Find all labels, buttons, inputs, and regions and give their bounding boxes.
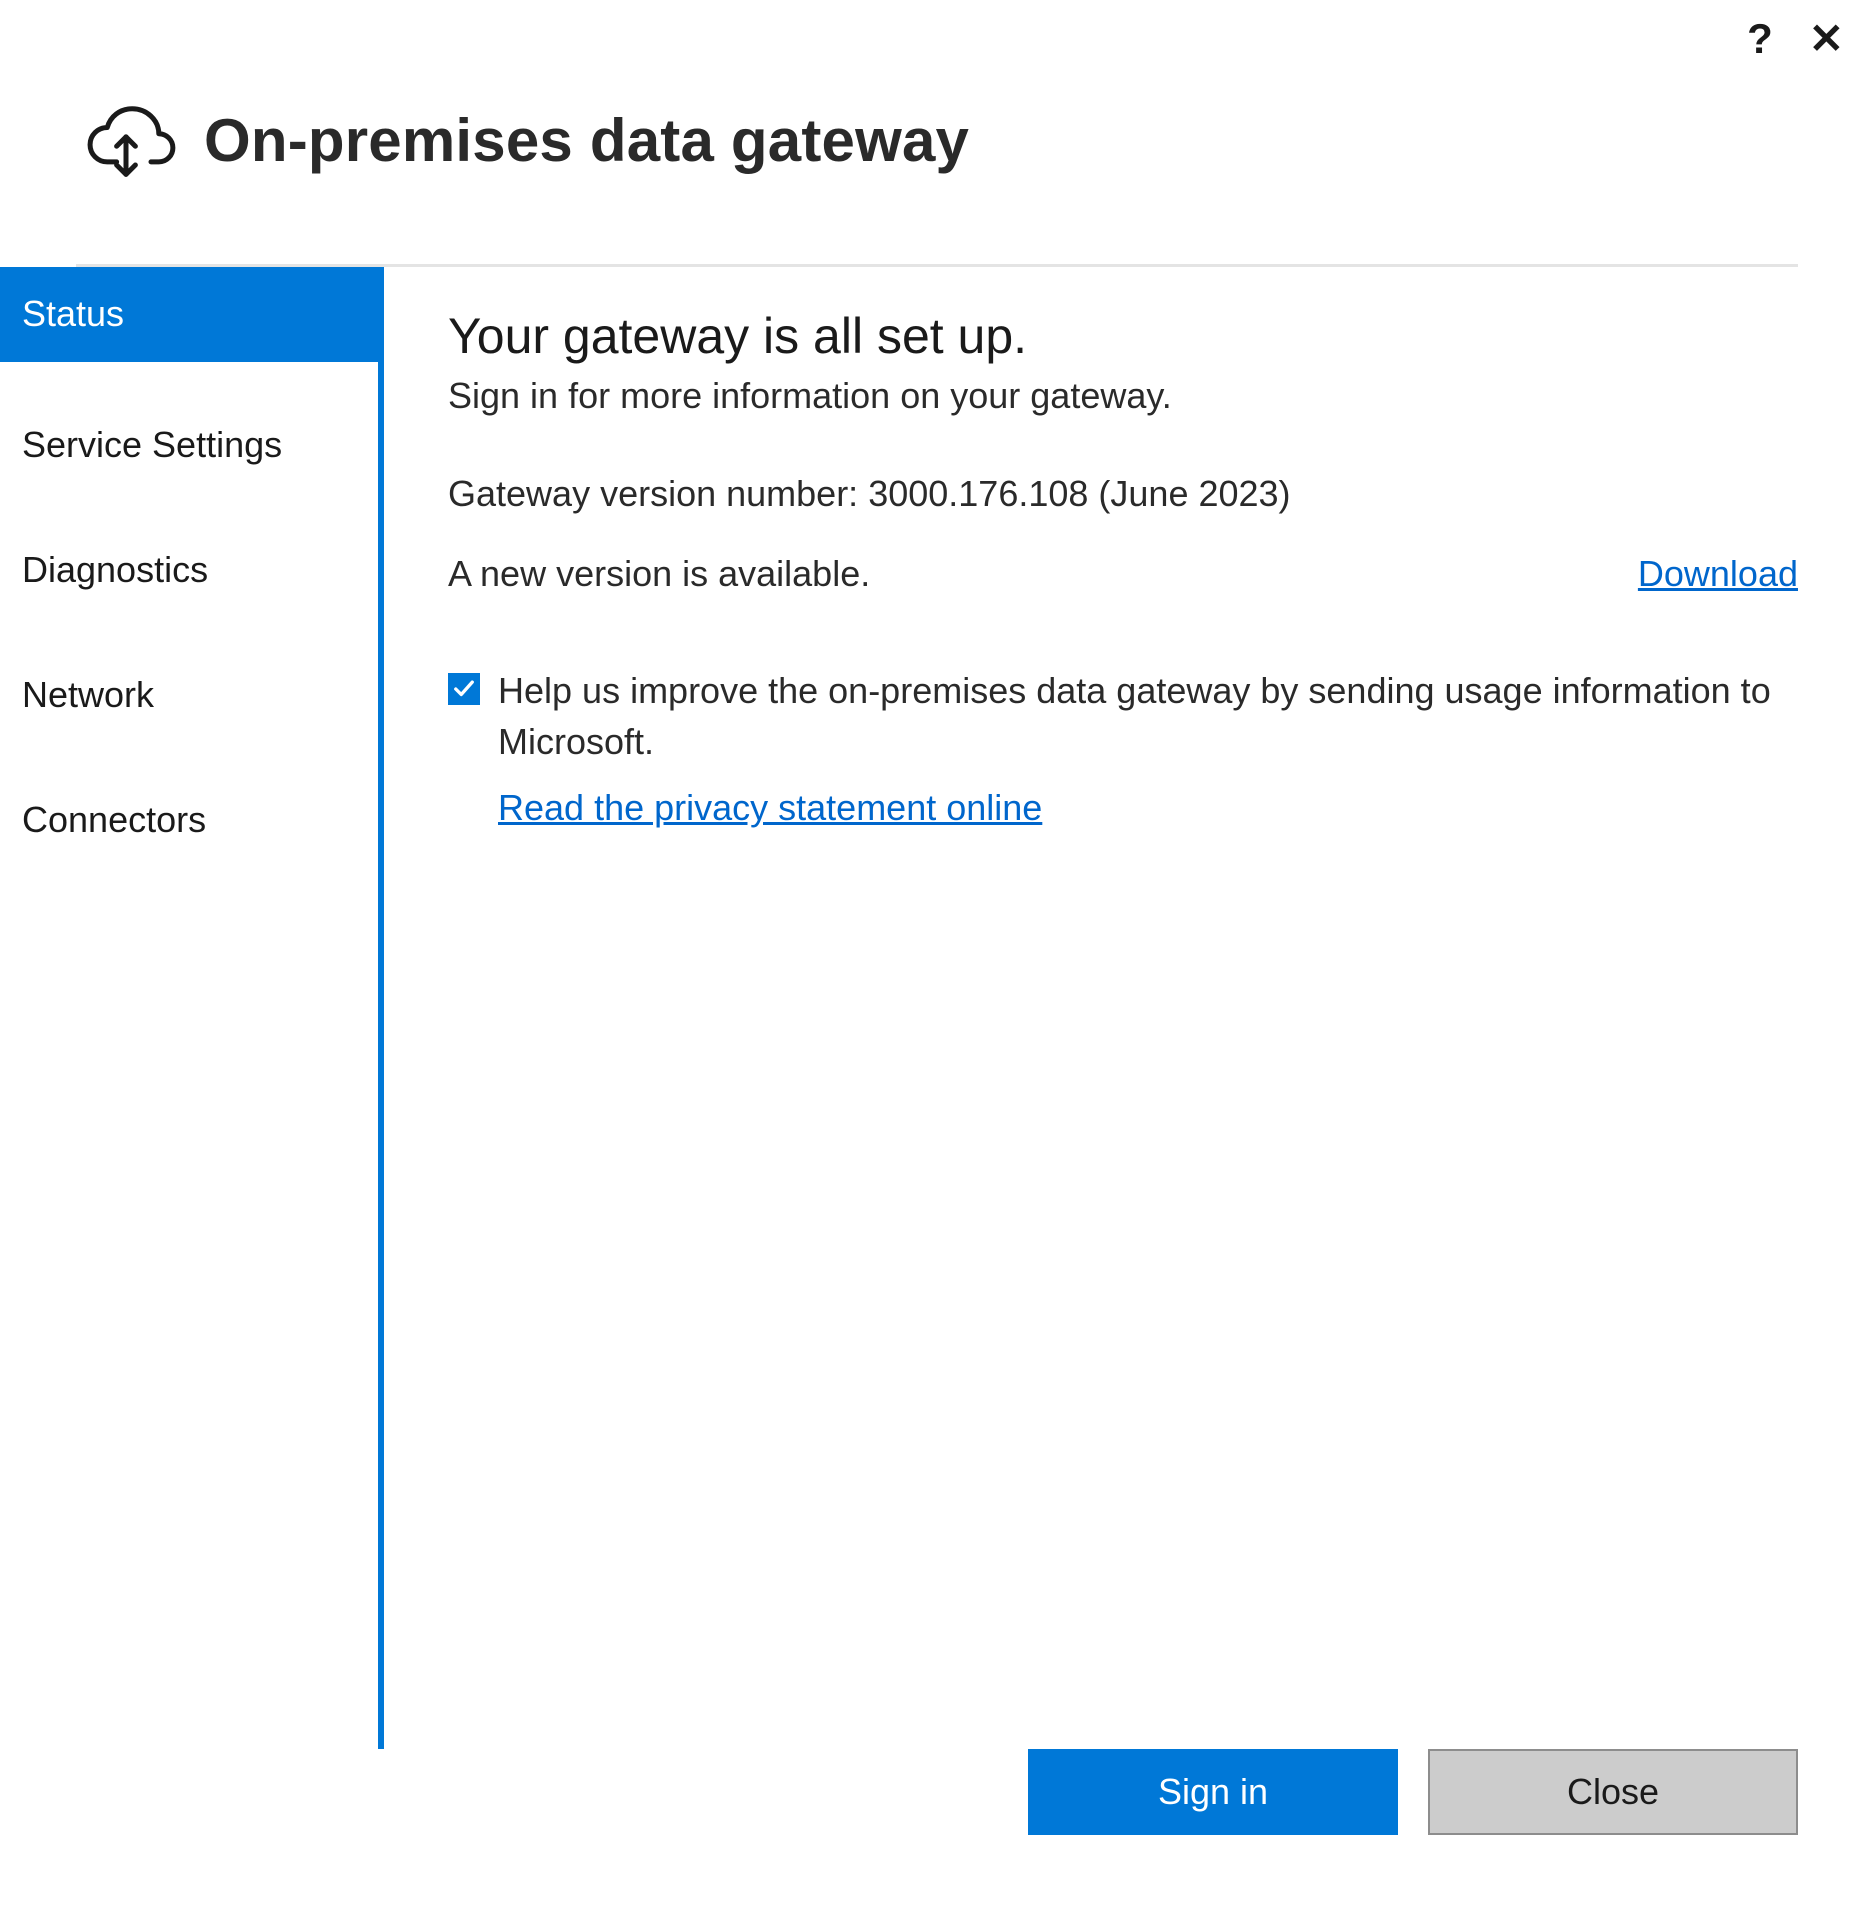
sidebar: Status Service Settings Diagnostics Netw… (0, 267, 384, 1749)
status-subtext: Sign in for more information on your gat… (448, 375, 1798, 417)
status-heading: Your gateway is all set up. (448, 307, 1798, 365)
new-version-text: A new version is available. (448, 553, 870, 595)
sidebar-item-label: Status (22, 293, 124, 334)
close-button[interactable]: Close (1428, 1749, 1798, 1835)
main-panel: Your gateway is all set up. Sign in for … (378, 267, 1872, 1749)
sidebar-item-label: Service Settings (22, 424, 282, 465)
app-title: On-premises data gateway (204, 106, 969, 175)
footer: Sign in Close (0, 1749, 1872, 1905)
consent-checkbox[interactable] (448, 673, 480, 705)
sidebar-item-label: Connectors (22, 799, 206, 840)
app-header: On-premises data gateway (0, 60, 1872, 184)
sidebar-item-diagnostics[interactable]: Diagnostics (0, 527, 384, 612)
sidebar-item-connectors[interactable]: Connectors (0, 777, 384, 862)
sidebar-item-service-settings[interactable]: Service Settings (0, 402, 384, 487)
consent-text: Help us improve the on-premises data gat… (498, 665, 1798, 767)
sidebar-item-label: Diagnostics (22, 549, 208, 590)
close-icon[interactable]: ✕ (1809, 18, 1844, 60)
sidebar-item-label: Network (22, 674, 154, 715)
help-icon[interactable]: ? (1747, 18, 1773, 60)
privacy-link[interactable]: Read the privacy statement online (498, 787, 1042, 828)
version-line: Gateway version number: 3000.176.108 (Ju… (448, 473, 1798, 515)
sign-in-button[interactable]: Sign in (1028, 1749, 1398, 1835)
download-link[interactable]: Download (1638, 553, 1798, 595)
gateway-cloud-icon (76, 96, 176, 184)
sidebar-item-network[interactable]: Network (0, 652, 384, 737)
sidebar-item-status[interactable]: Status (0, 267, 384, 362)
